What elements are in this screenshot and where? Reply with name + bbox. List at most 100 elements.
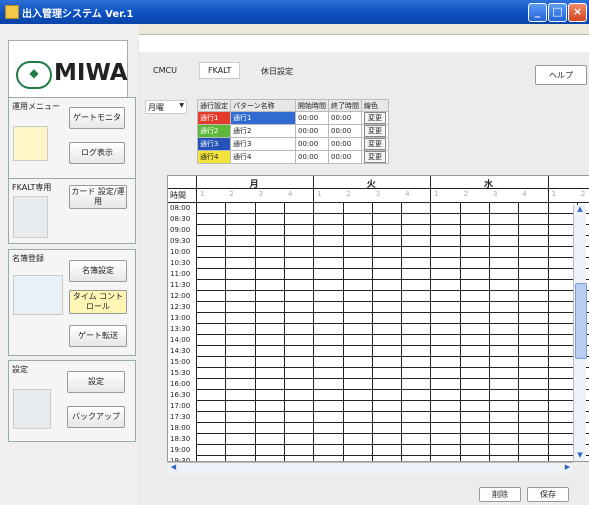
time-label: 15:30 bbox=[170, 369, 191, 377]
sub-column-number: 4 bbox=[287, 190, 293, 198]
col-setting: 通行設定 bbox=[197, 99, 231, 112]
time-label: 10:00 bbox=[170, 248, 191, 256]
sub-column-number: 1 bbox=[317, 190, 322, 198]
panel-title: 名簿登録 bbox=[12, 254, 44, 263]
close-icon: × bbox=[572, 5, 583, 18]
schedule-grid[interactable]: 時間月1234火1234水1234木123408:0008:3009:0009:… bbox=[167, 175, 589, 462]
tab-cmcu[interactable]: CMCU bbox=[153, 66, 177, 75]
main-area: 月曜 ▼ 通行設定 パターン名称 開始時間 終了時間 線色 通行1 通行1 00… bbox=[139, 92, 589, 505]
sub-column-number: 2 bbox=[580, 190, 586, 198]
sub-column-number: 3 bbox=[375, 190, 381, 198]
grid-row-line bbox=[196, 411, 589, 412]
sub-column-number: 3 bbox=[258, 190, 264, 198]
scroll-thumb[interactable] bbox=[575, 283, 587, 359]
change-button[interactable]: 変更 bbox=[364, 112, 386, 124]
computer-icon bbox=[13, 389, 51, 429]
gate-transfer-button[interactable]: ゲート転送 bbox=[69, 325, 127, 347]
grid-column-line bbox=[430, 176, 432, 461]
sub-column-number: 2 bbox=[346, 190, 351, 198]
end-cell[interactable]: 00:00 bbox=[328, 150, 362, 164]
grid-row-line bbox=[196, 246, 589, 247]
panel-settings: 設定 設定 バックアップ bbox=[8, 360, 136, 442]
table-row: 通行3 通行3 00:00 00:00 変更 bbox=[197, 137, 389, 151]
time-label: 12:00 bbox=[170, 292, 191, 300]
save-button[interactable]: 保存 bbox=[527, 487, 569, 502]
start-cell[interactable]: 00:00 bbox=[295, 137, 329, 151]
color-cell: 変更 bbox=[361, 150, 389, 164]
card-settings-button[interactable]: カード 設定/運用 bbox=[69, 185, 127, 209]
tab-holiday-settings[interactable]: 休日設定 bbox=[261, 66, 293, 77]
end-cell[interactable]: 00:00 bbox=[328, 137, 362, 151]
settings-button[interactable]: 設定 bbox=[67, 371, 125, 393]
tab-fkalt[interactable]: FKALT bbox=[199, 62, 241, 79]
time-header: 時間 bbox=[170, 191, 186, 200]
time-label: 11:00 bbox=[170, 270, 191, 278]
time-label: 09:30 bbox=[170, 237, 191, 245]
close-button[interactable]: × bbox=[568, 3, 587, 22]
time-label: 14:00 bbox=[170, 336, 191, 344]
app-icon bbox=[5, 5, 19, 19]
time-label: 18:00 bbox=[170, 424, 191, 432]
name-cell[interactable]: 通行1 bbox=[230, 111, 296, 125]
sidebar: ◆ MIWA 運用メニュー ゲートモニタ ログ表示 FKALT専用 カード 設定… bbox=[0, 24, 138, 505]
change-button[interactable]: 変更 bbox=[364, 151, 386, 163]
time-label: 08:30 bbox=[170, 215, 191, 223]
roster-settings-button[interactable]: 名簿設定 bbox=[69, 260, 127, 282]
backup-button[interactable]: バックアップ bbox=[67, 406, 125, 428]
grid-row-line bbox=[196, 224, 589, 225]
sub-column-number: 3 bbox=[493, 190, 498, 198]
change-button[interactable]: 変更 bbox=[364, 138, 386, 150]
day-select-value: 月曜 bbox=[148, 103, 164, 112]
grid-row-line bbox=[196, 334, 589, 335]
time-label: 08:00 bbox=[170, 204, 191, 212]
sub-column-number: 4 bbox=[405, 190, 410, 198]
end-cell[interactable]: 00:00 bbox=[328, 111, 362, 125]
grid-row-line bbox=[196, 345, 589, 346]
change-button[interactable]: 変更 bbox=[364, 125, 386, 137]
panel-fkalt: FKALT専用 カード 設定/運用 bbox=[8, 178, 136, 244]
panel-title: FKALT専用 bbox=[12, 183, 52, 192]
grid-row-line bbox=[196, 433, 589, 434]
start-cell[interactable]: 00:00 bbox=[295, 150, 329, 164]
minimize-button[interactable]: _ bbox=[528, 3, 547, 22]
help-button[interactable]: ヘルプ bbox=[535, 65, 587, 85]
delete-button[interactable]: 削除 bbox=[479, 487, 521, 502]
sub-column-number: 2 bbox=[229, 190, 234, 198]
panel-roster: 名簿登録 名簿設定 タイム コントロール ゲート転送 bbox=[8, 249, 136, 356]
header-divider bbox=[168, 202, 589, 203]
vertical-scrollbar[interactable]: ▲ ▼ bbox=[573, 205, 587, 461]
maximize-button[interactable]: □ bbox=[548, 3, 567, 22]
grid-row-line bbox=[196, 235, 589, 236]
time-label: 14:30 bbox=[170, 347, 191, 355]
sub-column-number: 2 bbox=[463, 190, 469, 198]
scroll-down-icon[interactable]: ▼ bbox=[574, 451, 586, 461]
scroll-up-icon[interactable]: ▲ bbox=[574, 205, 586, 215]
end-cell[interactable]: 00:00 bbox=[328, 124, 362, 138]
time-label: 09:00 bbox=[170, 226, 191, 234]
start-cell[interactable]: 00:00 bbox=[295, 111, 329, 125]
time-label: 12:30 bbox=[170, 303, 191, 311]
sub-column-number: 1 bbox=[200, 190, 205, 198]
setting-cell: 通行1 bbox=[197, 111, 231, 125]
log-view-button[interactable]: ログ表示 bbox=[69, 142, 125, 164]
grid-row-line bbox=[196, 444, 589, 445]
title-bar: 出入管理システム Ver.1 _ □ × bbox=[0, 0, 589, 24]
horizontal-scrollbar[interactable]: ◀ ▶ bbox=[168, 462, 573, 474]
name-cell[interactable]: 通行2 bbox=[230, 124, 296, 138]
name-cell[interactable]: 通行4 bbox=[230, 150, 296, 164]
scroll-left-icon[interactable]: ◀ bbox=[168, 463, 179, 474]
grid-row-line bbox=[196, 257, 589, 258]
time-label: 13:30 bbox=[170, 325, 191, 333]
start-cell[interactable]: 00:00 bbox=[295, 124, 329, 138]
gate-monitor-button[interactable]: ゲートモニタ bbox=[69, 107, 125, 129]
grid-row-line bbox=[196, 389, 589, 390]
day-select[interactable]: 月曜 ▼ bbox=[145, 100, 187, 114]
sub-column-number: 1 bbox=[551, 190, 557, 198]
grid-column-line bbox=[313, 176, 315, 461]
grid-row-line bbox=[196, 367, 589, 368]
time-control-button[interactable]: タイム コントロール bbox=[69, 290, 127, 314]
grid-column-line bbox=[547, 176, 549, 461]
scroll-right-icon[interactable]: ▶ bbox=[562, 463, 573, 474]
grid-row-line bbox=[196, 279, 589, 280]
name-cell[interactable]: 通行3 bbox=[230, 137, 296, 151]
